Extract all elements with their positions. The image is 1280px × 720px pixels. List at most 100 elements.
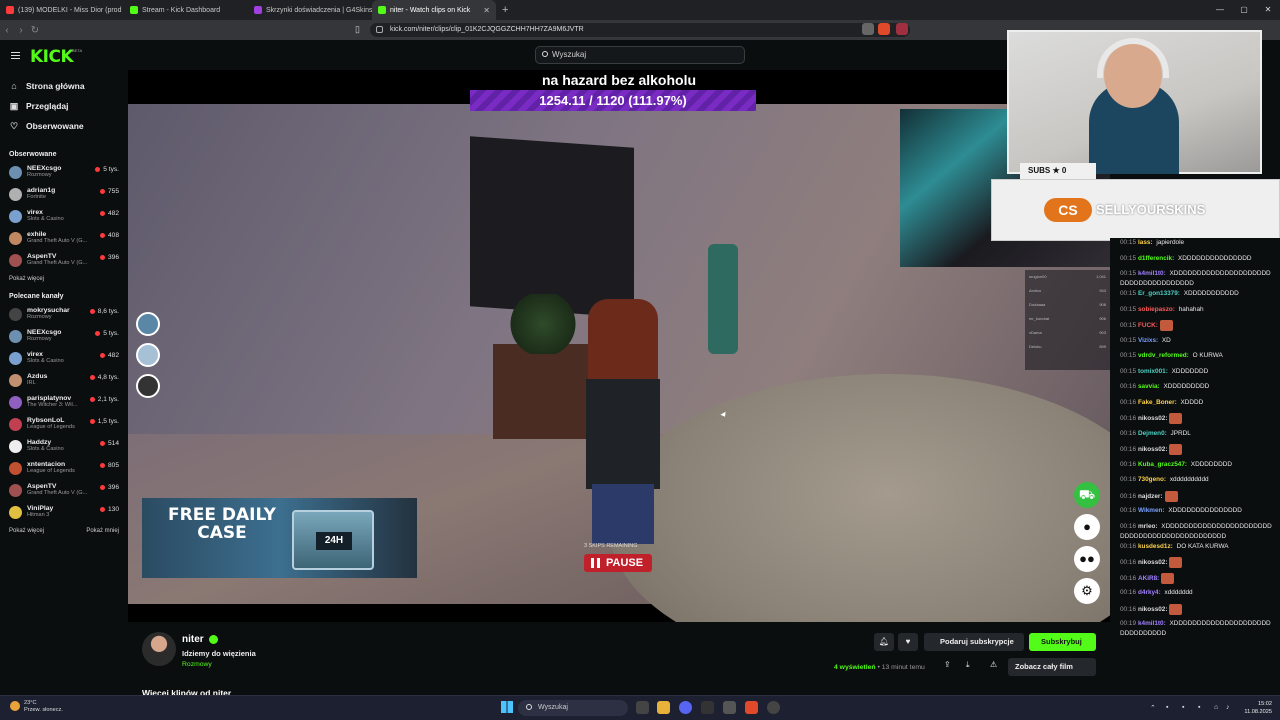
chat-username[interactable]: najdzer:	[1138, 493, 1163, 500]
brave-rewards-icon[interactable]	[896, 23, 908, 35]
volume-icon[interactable]: ♪	[1226, 704, 1230, 711]
app2-icon[interactable]	[723, 701, 736, 714]
chat-username[interactable]: FUCK:	[1138, 322, 1158, 329]
show-less-recommended[interactable]: Pokaż mniej	[86, 524, 119, 538]
chat-username[interactable]: Kuba_gracz547:	[1138, 461, 1187, 468]
share-clip-icon[interactable]: ⇪	[944, 660, 951, 669]
tray-app-icon[interactable]: ▪	[1166, 704, 1168, 711]
minimize-icon[interactable]: —	[1208, 0, 1232, 20]
maximize-icon[interactable]: ▢	[1232, 0, 1256, 20]
new-tab-button[interactable]: +	[496, 4, 514, 16]
back-icon[interactable]: ‹	[0, 25, 14, 36]
taskbar-clock[interactable]: 15:02 11.08.2025	[1238, 700, 1272, 716]
chat-username[interactable]: sobiepaszo:	[1138, 306, 1175, 313]
sidebar-channel[interactable]: NEEXcsgo Rozmowy 5 tys.	[0, 326, 128, 348]
chat-username[interactable]: nikoss02:	[1138, 446, 1167, 453]
sidebar-nav-item[interactable]: ▣ Przeglądaj	[0, 96, 128, 116]
chat-username[interactable]: Fake_Boner:	[1138, 399, 1177, 406]
windows-start-icon[interactable]	[501, 701, 513, 713]
bookmark-icon[interactable]: ▯	[355, 24, 360, 35]
chat-username[interactable]: d4rky4:	[1138, 589, 1161, 596]
share-icon[interactable]	[862, 23, 874, 35]
sidebar-nav-item[interactable]: ♡ Obserwowane	[0, 116, 128, 136]
close-tab-icon[interactable]: ✕	[483, 6, 490, 15]
chat-username[interactable]: kusdesd1z:	[1138, 543, 1173, 550]
sidebar-channel[interactable]: AspenTV Grand Theft Auto V (G... 396	[0, 480, 128, 502]
obs-icon[interactable]	[767, 701, 780, 714]
sidebar-channel[interactable]: Azdus IRL 4,8 tys.	[0, 370, 128, 392]
chat-panel[interactable]: 00:15 lass: japierdole 00:15 d1fferencik: X…	[1110, 238, 1280, 695]
chat-username[interactable]: Er_gon13379:	[1138, 290, 1180, 297]
app-icon[interactable]	[701, 701, 714, 714]
channel-name[interactable]: niter	[182, 634, 204, 645]
url-field[interactable]: kick.com/niter/clips/clip_01K2CJQGGZCHH7…	[370, 23, 910, 37]
chat-message: 00:16 nikoss02:	[1110, 413, 1280, 429]
chat-username[interactable]: AKiR8:	[1138, 575, 1159, 582]
sidebar-channel[interactable]: RybsonLoL League of Legends 1,5 tys.	[0, 414, 128, 436]
chat-username[interactable]: k4mil1t0:	[1138, 270, 1166, 277]
show-more-recommended[interactable]: Pokaż więcej	[9, 524, 44, 538]
video-player[interactable]: na hazard bez alkoholu 1254.11 / 1120 (1…	[128, 70, 1110, 622]
chat-username[interactable]: tomix001:	[1138, 368, 1168, 375]
sidebar-channel[interactable]: exhile Grand Theft Auto V (G... 408	[0, 228, 128, 250]
browser-tab[interactable]: (139) MODELKI - Miss Dior (prod	[0, 0, 124, 20]
reload-icon[interactable]: ↻	[28, 25, 42, 36]
browser-tab[interactable]: Skrzynki doświadczenia | G4Skins - O	[248, 0, 372, 20]
channel-avatar[interactable]	[142, 632, 176, 666]
chat-username[interactable]: Vizixs:	[1138, 337, 1158, 344]
tray-app3-icon[interactable]: ▪	[1198, 704, 1200, 711]
kick-logo[interactable]: KICK	[30, 47, 74, 67]
sidebar-channel[interactable]: xntentacion League of Legends 805	[0, 458, 128, 480]
chat-username[interactable]: d1fferencik:	[1138, 255, 1174, 262]
report-icon[interactable]: ⚠	[990, 660, 997, 669]
forward-icon[interactable]: ›	[14, 25, 28, 36]
chat-username[interactable]: 730geno:	[1138, 476, 1166, 483]
chat-username[interactable]: mrleo:	[1138, 523, 1158, 530]
site-info-icon[interactable]	[376, 26, 383, 33]
tray-chevron-icon[interactable]: ⌃	[1150, 704, 1156, 712]
show-more-followed[interactable]: Pokaż więcej	[0, 272, 128, 286]
taskbar-search[interactable]: Wyszukaj	[518, 700, 628, 716]
chat-username[interactable]: Wikmen:	[1138, 507, 1165, 514]
sidebar-channel[interactable]: virex Slots & Casino 482	[0, 348, 128, 370]
heart-follow-icon[interactable]: ♥	[898, 633, 918, 651]
tray-app2-icon[interactable]: ▪	[1182, 704, 1184, 711]
gift-subscription-button[interactable]: Podaruj subskrypcje	[924, 633, 1024, 651]
subscribe-button[interactable]: Subskrybuj	[1029, 633, 1096, 651]
brave-icon[interactable]	[745, 701, 758, 714]
chat-username[interactable]: Dejmen0:	[1138, 430, 1167, 437]
task-view-icon[interactable]	[636, 701, 649, 714]
sidebar-channel[interactable]: mokrysuchar Rozmowy 8,6 tys.	[0, 304, 128, 326]
chat-username[interactable]: lass:	[1138, 239, 1153, 246]
chat-username[interactable]: nikoss02:	[1138, 606, 1167, 613]
clip-category[interactable]: Rozmowy	[182, 661, 212, 668]
browser-tab[interactable]: niter - Watch clips on Kick ✕	[372, 0, 496, 20]
sidebar-channel[interactable]: parisplatynov The Witcher 3: Wil... 2,1 ty…	[0, 392, 128, 414]
sidebar-channel[interactable]: NEEXcsgo Rozmowy 5 tys.	[0, 162, 128, 184]
sidebar-channel[interactable]: ViniPlay Hitman 3 130	[0, 502, 128, 524]
weather-widget[interactable]: 23°C Przew. słonecz.	[10, 700, 63, 714]
search-input[interactable]: Wyszukaj	[535, 46, 745, 64]
chat-text: hahahah	[1176, 305, 1204, 313]
browser-tab[interactable]: Stream - Kick Dashboard	[124, 0, 248, 20]
brave-shield-icon[interactable]	[878, 23, 890, 35]
file-explorer-icon[interactable]	[657, 701, 670, 714]
chat-username[interactable]: vdrdv_reformed:	[1138, 352, 1189, 359]
discord-icon[interactable]	[679, 701, 692, 714]
sidebar-channel[interactable]: Haddzy Slots & Casino 514	[0, 436, 128, 458]
network-icon[interactable]: ⌂	[1214, 704, 1218, 711]
download-icon[interactable]: ⤓	[966, 660, 970, 670]
sidebar-nav-item[interactable]: ⌂ Strona główna	[0, 76, 128, 96]
chat-username[interactable]: savvia:	[1138, 383, 1160, 390]
chat-username[interactable]: k4mil1t0:	[1138, 620, 1166, 627]
sidebar-channel[interactable]: virex Slots & Casino 482	[0, 206, 128, 228]
menu-icon[interactable]	[11, 52, 20, 59]
donation-goal-bar: 1254.11 / 1120 (111.97%)	[470, 90, 756, 111]
bell-icon[interactable]: 🔔︎	[874, 633, 894, 651]
watch-full-video-button[interactable]: Zobacz cały film	[1008, 658, 1096, 676]
chat-username[interactable]: nikoss02:	[1138, 415, 1167, 422]
chat-username[interactable]: nikoss02:	[1138, 559, 1167, 566]
sidebar-channel[interactable]: adrian1g Fortnite 755	[0, 184, 128, 206]
close-window-icon[interactable]: ✕	[1256, 0, 1280, 20]
sidebar-channel[interactable]: AspenTV Grand Theft Auto V (G... 396	[0, 250, 128, 272]
